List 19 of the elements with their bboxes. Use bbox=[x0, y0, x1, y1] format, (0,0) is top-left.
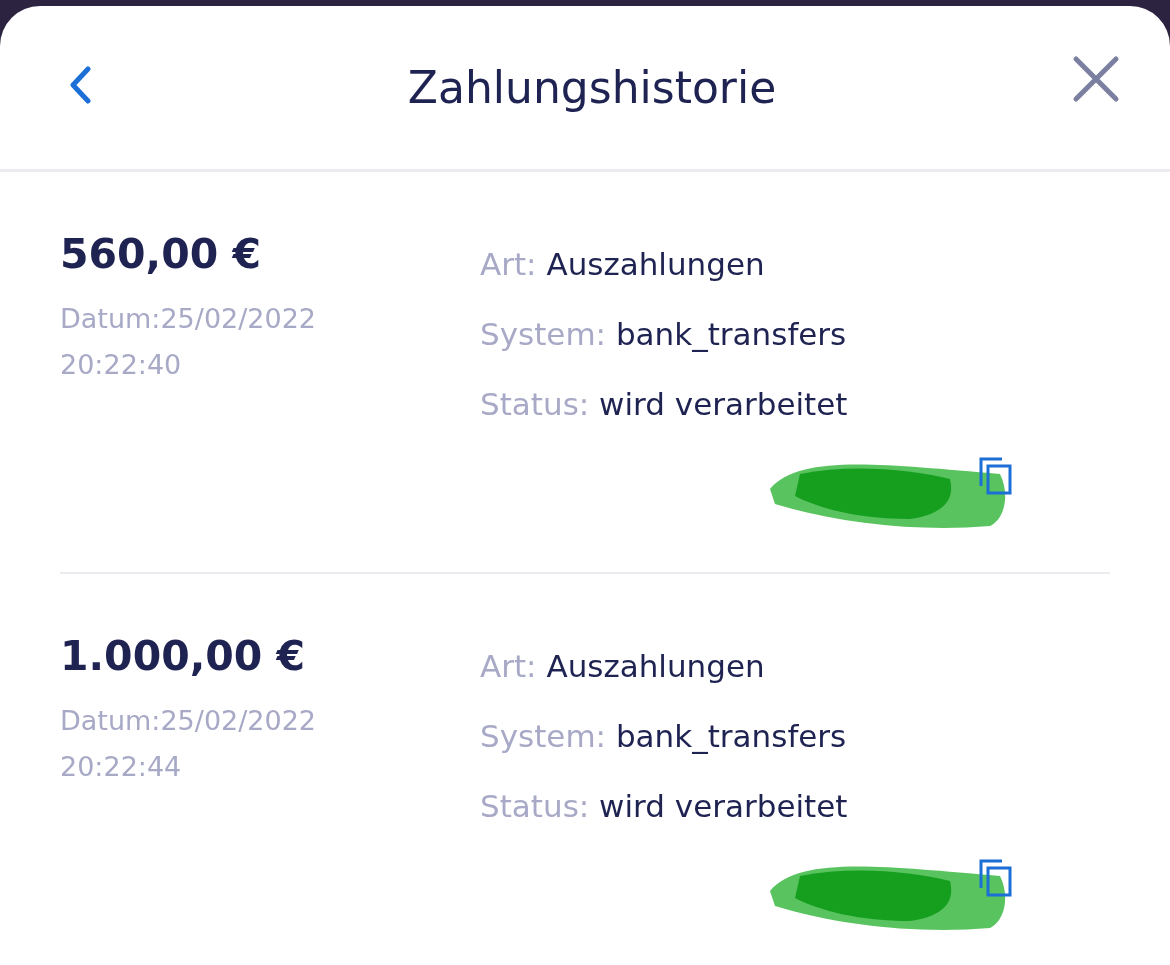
detail-label: System: bbox=[480, 718, 607, 754]
detail-value: bank_transfers bbox=[615, 316, 847, 352]
detail-label: Status: bbox=[480, 788, 590, 824]
detail-label: Art: bbox=[480, 648, 537, 684]
payment-time: 20:22:40 bbox=[60, 348, 183, 382]
detail-value: wird verarbeitet bbox=[599, 386, 848, 422]
payment-date: Datum:25/02/2022 bbox=[60, 302, 318, 336]
detail-value: Auszahlungen bbox=[546, 246, 765, 282]
page-title: Zahlungshistorie bbox=[407, 62, 777, 113]
detail-label: Status: bbox=[480, 386, 590, 422]
payment-time: 20:22:44 bbox=[60, 750, 183, 784]
payment-date: Datum:25/02/2022 bbox=[60, 704, 318, 738]
detail-value: Auszahlungen bbox=[546, 648, 765, 684]
detail-label: System: bbox=[480, 316, 607, 352]
detail-value: wird verarbeitet bbox=[599, 788, 848, 824]
detail-value: bank_transfers bbox=[615, 718, 847, 754]
detail-label: Art: bbox=[480, 246, 537, 282]
payment-amount: 1.000,00 € bbox=[60, 632, 307, 680]
payment-amount: 560,00 € bbox=[60, 230, 263, 278]
